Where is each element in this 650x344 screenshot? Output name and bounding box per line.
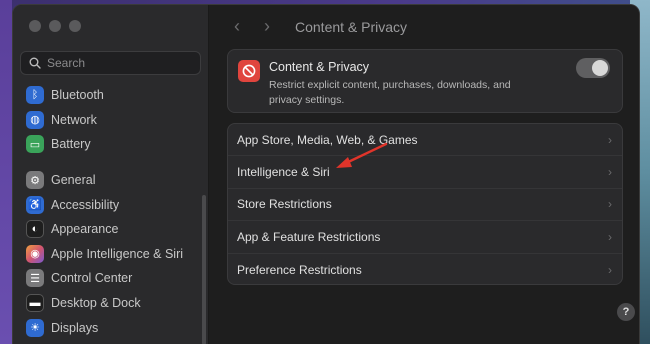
row-intelligence-siri[interactable]: Intelligence & Siri › xyxy=(228,156,622,189)
row-app-store-media-web-games[interactable]: App Store, Media, Web, & Games › xyxy=(228,124,622,157)
globe-icon: ◍ xyxy=(26,110,44,129)
sidebar-item-battery[interactable]: ▭ Battery xyxy=(13,132,209,157)
chevron-right-icon: › xyxy=(608,229,612,244)
siri-icon: ◉ xyxy=(26,244,44,263)
chevron-right-icon: › xyxy=(608,165,612,180)
gear-icon: ⚙ xyxy=(26,171,44,190)
chevron-right-icon: › xyxy=(608,197,612,212)
zoom-window-button[interactable] xyxy=(69,20,81,32)
sidebar-item-label: Control Center xyxy=(51,271,133,286)
sidebar-scrollbar[interactable] xyxy=(202,195,206,344)
content-privacy-title: Content & Privacy xyxy=(269,60,370,74)
sidebar-item-network[interactable]: ◍ Network xyxy=(13,108,209,133)
sidebar-item-label: Network xyxy=(51,112,97,127)
forward-chevron-icon[interactable]: › xyxy=(259,16,275,37)
sidebar-item-bluetooth[interactable]: ᛒ Bluetooth xyxy=(13,83,209,108)
sidebar-item-desktop-dock[interactable]: ▬ Desktop & Dock xyxy=(13,291,209,316)
row-preference-restrictions[interactable]: Preference Restrictions › xyxy=(228,254,622,286)
sidebar-item-label: Bluetooth xyxy=(51,88,104,103)
chevron-right-icon: › xyxy=(608,132,612,147)
row-app-feature-restrictions[interactable]: App & Feature Restrictions › xyxy=(228,221,622,254)
sidebar: ᛒ Bluetooth ◍ Network ▭ Battery ⚙ Genera… xyxy=(13,5,209,344)
sidebar-item-general[interactable]: ⚙ General xyxy=(13,168,209,193)
battery-icon: ▭ xyxy=(26,135,44,154)
accessibility-icon: ♿ xyxy=(26,195,44,214)
help-button[interactable]: ? xyxy=(617,303,635,321)
system-settings-window: ᛒ Bluetooth ◍ Network ▭ Battery ⚙ Genera… xyxy=(12,4,640,344)
main-pane: ‹ › Content & Privacy Content & Privacy … xyxy=(209,5,639,344)
sidebar-item-accessibility[interactable]: ♿ Accessibility xyxy=(13,192,209,217)
sidebar-item-label: Displays xyxy=(51,320,99,335)
sidebar-item-label: General xyxy=(51,173,96,188)
row-label: Preference Restrictions xyxy=(237,262,362,277)
sun-icon: ☀ xyxy=(26,318,44,337)
search-input[interactable] xyxy=(47,56,187,70)
control-center-icon: ☰ xyxy=(26,269,44,288)
no-entry-icon xyxy=(238,60,260,82)
row-label: Store Restrictions xyxy=(237,197,332,212)
window-controls xyxy=(29,20,81,32)
sidebar-item-control-center[interactable]: ☰ Control Center xyxy=(13,266,209,291)
content-privacy-description: Restrict explicit content, purchases, do… xyxy=(269,79,511,106)
row-label: App Store, Media, Web, & Games xyxy=(237,132,418,147)
sidebar-item-label: Apple Intelligence & Siri xyxy=(51,246,184,261)
chevron-right-icon: › xyxy=(608,262,612,277)
close-window-button[interactable] xyxy=(29,20,41,32)
content-privacy-toggle[interactable] xyxy=(576,58,610,78)
dock-icon: ▬ xyxy=(26,294,44,313)
sidebar-item-displays[interactable]: ☀ Displays xyxy=(13,315,209,340)
sidebar-item-label: Desktop & Dock xyxy=(51,296,141,311)
sidebar-item-appearance[interactable]: ◐ Appearance xyxy=(13,217,209,242)
desktop-background-left xyxy=(0,0,12,344)
bluetooth-icon: ᛒ xyxy=(26,86,44,105)
search-icon xyxy=(29,57,41,69)
sidebar-list: ᛒ Bluetooth ◍ Network ▭ Battery ⚙ Genera… xyxy=(13,83,209,340)
search-field[interactable] xyxy=(20,51,201,75)
back-chevron-icon[interactable]: ‹ xyxy=(229,16,245,37)
minimize-window-button[interactable] xyxy=(49,20,61,32)
sidebar-item-label: Appearance xyxy=(51,222,119,237)
restrictions-list: App Store, Media, Web, & Games › Intelli… xyxy=(227,123,623,285)
row-label: App & Feature Restrictions xyxy=(237,229,381,244)
appearance-icon: ◐ xyxy=(26,220,44,239)
sidebar-item-apple-intelligence-siri[interactable]: ◉ Apple Intelligence & Siri xyxy=(13,242,209,267)
sidebar-item-label: Battery xyxy=(51,137,91,152)
page-title: Content & Privacy xyxy=(295,18,408,35)
row-label: Intelligence & Siri xyxy=(237,165,330,180)
row-store-restrictions[interactable]: Store Restrictions › xyxy=(228,189,622,222)
sidebar-item-label: Accessibility xyxy=(51,197,120,212)
content-privacy-card: Content & Privacy Restrict explicit cont… xyxy=(227,49,623,113)
red-arrow-annotation-icon xyxy=(336,142,388,168)
toolbar: ‹ › Content & Privacy xyxy=(229,16,407,37)
